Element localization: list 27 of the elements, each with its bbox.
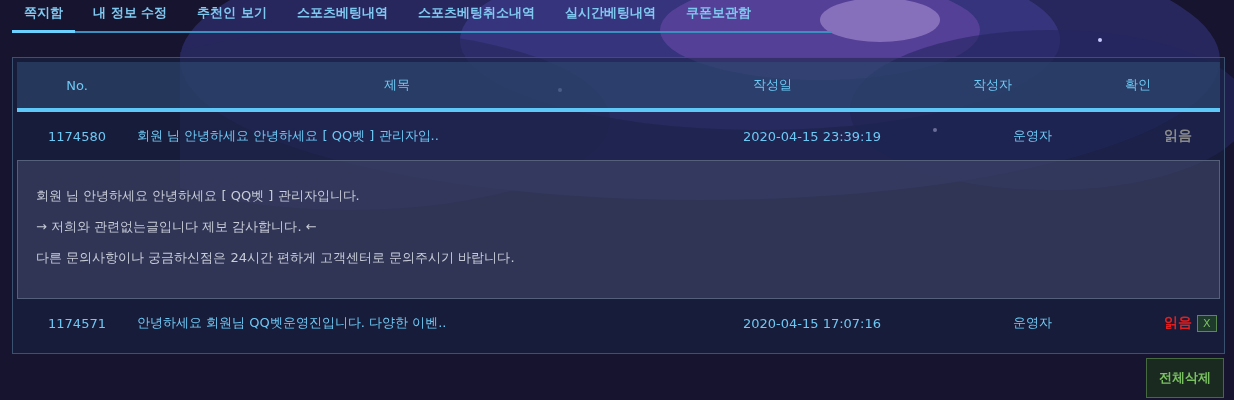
tab[interactable]: 실시간베팅내역 bbox=[552, 4, 668, 33]
column-header: 확인 bbox=[1124, 76, 1152, 94]
tab[interactable]: 스포츠베팅내역 bbox=[284, 4, 400, 33]
column-header: 제목 bbox=[383, 76, 411, 94]
message-title-link[interactable]: 안녕하세요 회원님 QQ벳운영진입니다. 다양한 이벤.. bbox=[137, 314, 697, 332]
column-header: No. bbox=[65, 77, 89, 93]
delete-button[interactable]: X bbox=[1197, 314, 1217, 332]
read-status: 읽음 bbox=[1163, 127, 1193, 145]
read-status: 읽음 bbox=[1163, 314, 1193, 332]
tab[interactable]: 쪽지함 bbox=[12, 4, 75, 33]
delete-all-button[interactable]: 전체삭제 bbox=[1146, 358, 1224, 398]
tab[interactable]: 쿠폰보관함 bbox=[673, 4, 763, 33]
message-text: 회원 님 안녕하세요 안녕하세요 [ QQ벳 ] 관리자입니다. bbox=[36, 187, 361, 205]
table-cell-text: 운영자 bbox=[1011, 127, 1053, 145]
tab[interactable]: 추천인 보기 bbox=[185, 4, 279, 33]
column-header: 작성일 bbox=[751, 76, 793, 94]
table-cell-text: 1174571 bbox=[47, 315, 107, 331]
tab[interactable]: 내 정보 수정 bbox=[81, 4, 180, 33]
message-title-link[interactable]: 회원 님 안녕하세요 안녕하세요 [ QQ벳 ] 관리자입.. bbox=[137, 127, 697, 145]
column-header: 작성자 bbox=[971, 76, 1013, 94]
table-cell-text: 1174580 bbox=[47, 128, 107, 144]
table-cell-text: 운영자 bbox=[1011, 314, 1053, 332]
message-text: → 저희와 관련없는글입니다 제보 감사합니다. ← bbox=[36, 218, 318, 236]
table-cell-text: 2020-04-15 17:07:16 bbox=[741, 315, 883, 331]
table-cell-text: 2020-04-15 23:39:19 bbox=[741, 128, 883, 144]
tab[interactable]: 스포츠베팅취소내역 bbox=[405, 4, 547, 33]
message-text: 다른 문의사항이나 궁금하신점은 24시간 편하게 고객센터로 문의주시기 바랍니다. bbox=[36, 249, 516, 267]
